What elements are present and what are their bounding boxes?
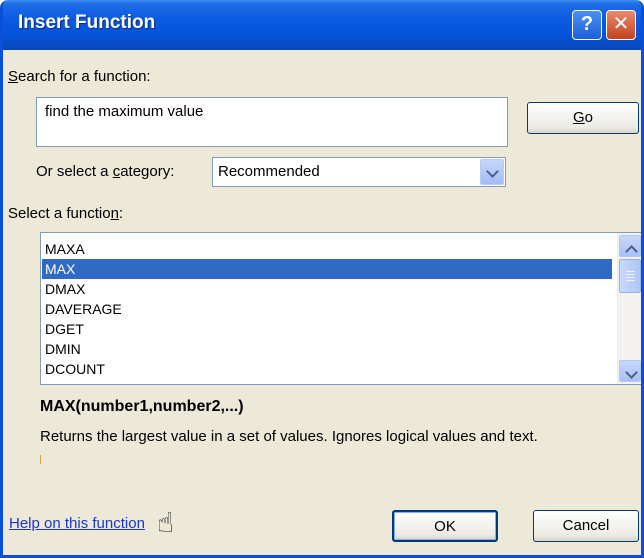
scroll-up-button[interactable] xyxy=(619,235,641,258)
dialog-title: Insert Function xyxy=(18,12,156,33)
function-list-label-accel: n xyxy=(110,205,119,222)
list-item-selected[interactable]: MAX xyxy=(42,259,612,279)
function-signature: MAX(number1,number2,...) xyxy=(40,398,244,415)
list-item[interactable]: DCOUNT xyxy=(42,359,612,379)
function-listbox[interactable]: MAXA MAX DMAX DAVERAGE DGET DMIN DCOUNT xyxy=(40,232,641,385)
chevron-down-icon xyxy=(625,366,638,379)
help-on-function-link[interactable]: Help on this function xyxy=(9,515,145,532)
list-item[interactable]: DAVERAGE xyxy=(42,299,612,319)
function-description: Returns the largest value in a set of va… xyxy=(40,428,538,445)
ok-button[interactable]: OK xyxy=(392,510,498,542)
search-input-value: find the maximum value xyxy=(45,103,204,120)
function-list-label: Select a function: xyxy=(8,205,123,222)
function-list-label-rest: : xyxy=(118,205,124,222)
grip-line xyxy=(626,274,635,275)
scroll-down-button[interactable] xyxy=(619,360,641,382)
scroll-thumb[interactable] xyxy=(619,259,641,293)
close-button[interactable]: ✕ xyxy=(606,10,636,40)
hand-cursor-icon: ☝ xyxy=(157,507,175,538)
chevron-down-icon xyxy=(486,165,499,178)
cancel-button[interactable]: Cancel xyxy=(533,510,639,542)
category-label: Or select a category: xyxy=(36,163,174,180)
category-label-rest: ategory: xyxy=(120,163,175,180)
insert-function-dialog: Insert Function ? ✕ Search for a functio… xyxy=(0,0,644,558)
close-icon: ✕ xyxy=(612,13,630,35)
search-label-rest: earch for a function: xyxy=(18,68,151,85)
go-button[interactable]: Go xyxy=(527,102,639,134)
search-label-accel: S xyxy=(8,68,19,85)
go-button-accel: G xyxy=(572,109,585,126)
list-scrollbar[interactable] xyxy=(617,233,641,384)
grip-line xyxy=(626,277,635,278)
divider-mark xyxy=(40,455,41,464)
search-label: Search for a function: xyxy=(8,68,151,85)
search-input[interactable]: find the maximum value xyxy=(36,97,508,147)
help-button[interactable]: ? xyxy=(572,10,602,40)
title-bar[interactable]: Insert Function ? ✕ xyxy=(3,0,641,50)
list-item[interactable]: DMAX xyxy=(42,279,612,299)
category-label-prefix: Or select a xyxy=(36,163,113,180)
help-icon: ? xyxy=(580,13,594,35)
go-button-rest: o xyxy=(584,109,593,126)
grip-line xyxy=(626,271,635,272)
function-list-label-prefix: Select a functio xyxy=(8,205,111,222)
category-selected-value: Recommended xyxy=(218,163,320,180)
grip-line xyxy=(626,280,635,281)
category-dropdown-button[interactable] xyxy=(480,159,504,185)
category-select[interactable]: Recommended xyxy=(212,157,506,187)
list-item[interactable]: DMIN xyxy=(42,339,612,359)
chevron-up-icon xyxy=(625,245,638,258)
list-item[interactable]: DGET xyxy=(42,319,612,339)
list-item[interactable]: MAXA xyxy=(42,239,612,259)
